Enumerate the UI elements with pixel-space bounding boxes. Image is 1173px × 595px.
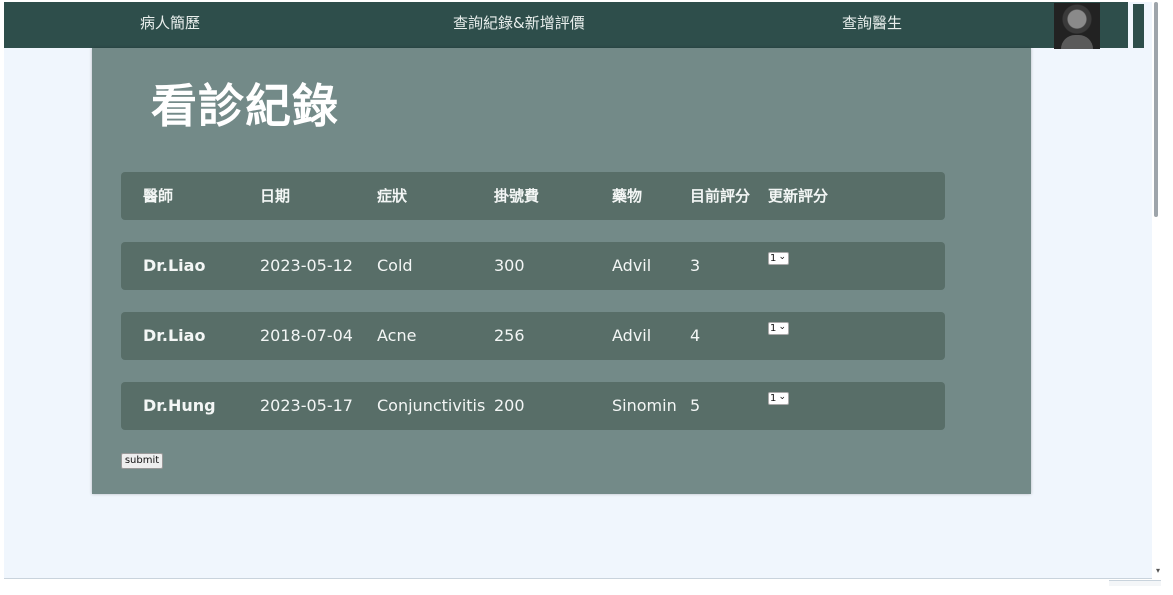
date-cell: 2018-07-04 [260, 326, 353, 345]
table-header-row: 醫師 日期 症狀 掛號費 藥物 目前評分 更新評分 [121, 172, 945, 220]
rating-select-value: 1 [770, 253, 777, 264]
medicine-cell: Sinomin [612, 396, 677, 415]
medicine-cell: Advil [612, 256, 652, 275]
date-cell: 2023-05-12 [260, 256, 353, 275]
submit-button[interactable]: submit [121, 453, 163, 469]
column-header-symptom: 症狀 [377, 187, 408, 205]
fee-cell: 300 [494, 256, 525, 275]
table-row: Dr.Liao 2018-07-04 Acne 256 Advil 4 1 ⌄ [121, 312, 945, 360]
rating-select[interactable]: 1 ⌄ [768, 322, 789, 335]
column-header-date: 日期 [260, 187, 291, 205]
chevron-down-icon: ⌄ [778, 322, 786, 332]
scrollbar-thumb[interactable] [1154, 2, 1158, 217]
nav-link-find-doctor[interactable]: 查詢醫生 [842, 2, 902, 48]
fee-cell: 256 [494, 326, 525, 345]
rating-select[interactable]: 1 ⌄ [768, 392, 789, 405]
medicine-cell: Advil [612, 326, 652, 345]
doctor-cell: Dr.Hung [143, 396, 216, 415]
symptom-cell: Conjunctivitis [377, 396, 486, 415]
scroll-down-arrow-icon[interactable]: ▾ [1152, 565, 1164, 577]
table-row: Dr.Hung 2023-05-17 Conjunctivitis 200 Si… [121, 382, 945, 430]
user-avatar[interactable] [1054, 3, 1100, 49]
current-rating-cell: 5 [690, 396, 701, 415]
records-panel: 看診紀錄 醫師 日期 症狀 掛號費 藥物 目前評分 更新評分 Dr.Liao 2… [92, 48, 1031, 494]
column-header-medicine: 藥物 [612, 187, 643, 205]
window-corner [1109, 580, 1161, 586]
symptom-cell: Acne [377, 326, 417, 345]
doctor-cell: Dr.Liao [143, 326, 206, 345]
symptom-cell: Cold [377, 256, 413, 275]
nav-link-records-and-reviews[interactable]: 查詢紀錄&新增評價 [453, 2, 585, 48]
doctor-cell: Dr.Liao [143, 256, 206, 275]
page-viewport: 病人簡歷 查詢紀錄&新增評價 查詢醫生 看診紀錄 醫師 日期 症狀 掛號費 藥物… [4, 2, 1152, 579]
chevron-down-icon: ⌄ [778, 252, 786, 262]
column-header-doctor: 醫師 [143, 187, 174, 205]
column-header-fee: 掛號費 [494, 187, 540, 205]
date-cell: 2023-05-17 [260, 396, 353, 415]
current-rating-cell: 4 [690, 326, 701, 345]
column-header-update-rating: 更新評分 [768, 187, 829, 205]
fee-cell: 200 [494, 396, 525, 415]
rating-select-value: 1 [770, 393, 777, 404]
column-header-current-rating: 目前評分 [690, 187, 751, 205]
table-row: Dr.Liao 2023-05-12 Cold 300 Advil 3 1 ⌄ [121, 242, 945, 290]
chevron-down-icon: ⌄ [778, 392, 786, 402]
current-rating-cell: 3 [690, 256, 701, 275]
vertical-scrollbar[interactable] [1152, 2, 1164, 578]
page-title: 看診紀錄 [151, 79, 339, 133]
nav-link-patient-profile[interactable]: 病人簡歷 [140, 2, 200, 48]
top-navbar: 病人簡歷 查詢紀錄&新增評價 查詢醫生 [4, 2, 1128, 49]
rating-select-value: 1 [770, 323, 777, 334]
navbar-edge-block [1133, 4, 1144, 48]
rating-select[interactable]: 1 ⌄ [768, 252, 789, 265]
